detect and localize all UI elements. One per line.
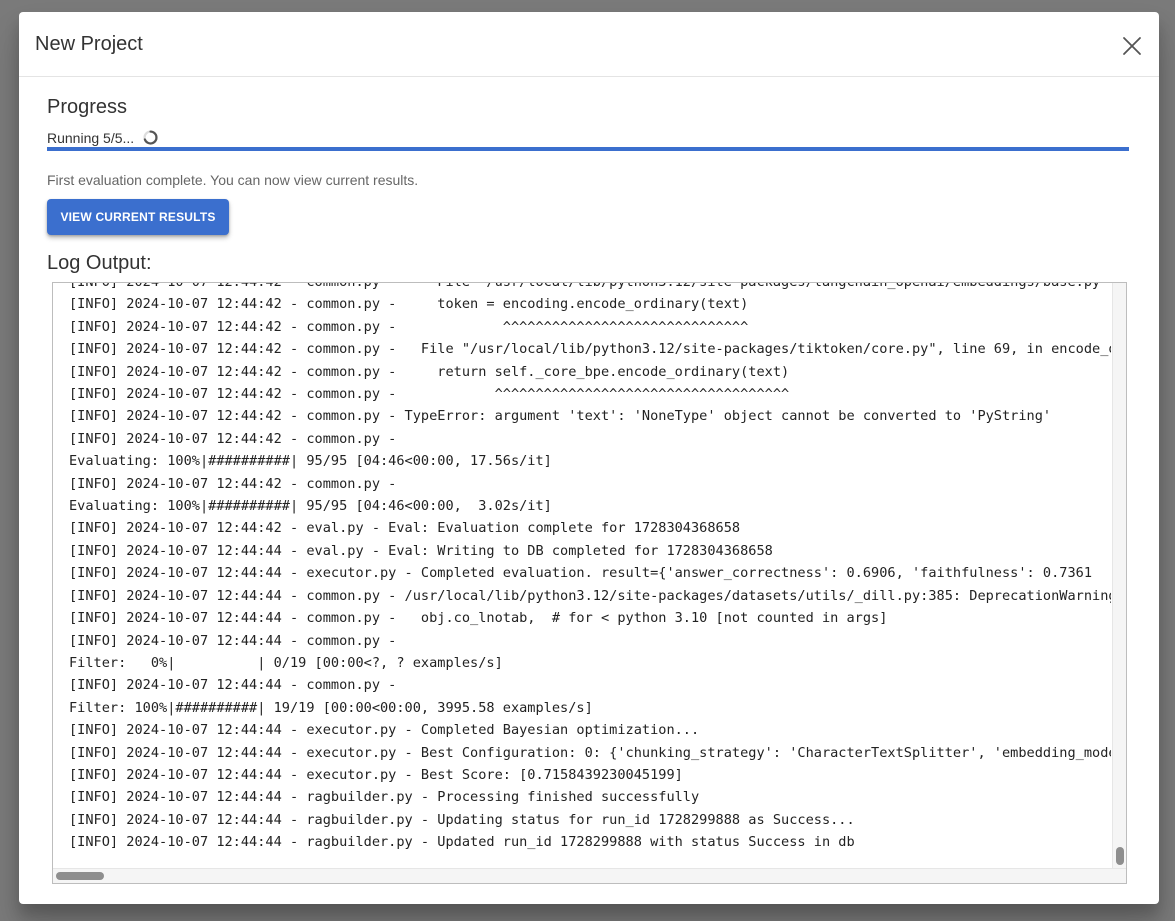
log-line: [INFO] 2024-10-07 12:44:44 - common.py -…: [69, 587, 1111, 604]
log-line: [INFO] 2024-10-07 12:44:42 - common.py -…: [69, 363, 790, 380]
spinner-icon: [142, 129, 159, 146]
running-status-text: Running 5/5...: [47, 129, 135, 146]
log-output-label: Log Output:: [47, 252, 152, 274]
log-line: Filter: 100%|##########| 19/19 [00:00<00…: [69, 699, 593, 716]
log-output-panel[interactable]: [INFO] 2024-10-07 12:44:42 - common.py -…: [52, 282, 1127, 884]
log-line: [INFO] 2024-10-07 12:44:42 - common.py -…: [69, 341, 1111, 358]
vertical-scrollbar[interactable]: [1112, 283, 1126, 868]
log-line: [INFO] 2024-10-07 12:44:42 - common.py -…: [69, 386, 790, 403]
progress-bar-fill: [47, 147, 1129, 151]
horizontal-scrollbar[interactable]: [53, 868, 1126, 883]
log-line: [INFO] 2024-10-07 12:44:42 - common.py -…: [69, 282, 1109, 290]
log-line: [INFO] 2024-10-07 12:44:44 - eval.py - E…: [69, 542, 773, 559]
log-line: [INFO] 2024-10-07 12:44:44 - executor.py…: [69, 722, 700, 739]
vertical-scrollbar-thumb[interactable]: [1116, 847, 1124, 865]
horizontal-scrollbar-thumb[interactable]: [56, 872, 104, 880]
log-line: Filter: 0%| | 0/19 [00:00<?, ? examples/…: [69, 654, 503, 671]
running-status: Running 5/5...: [47, 129, 159, 146]
dialog-title: New Project: [35, 33, 143, 55]
log-line: [INFO] 2024-10-07 12:44:44 - ragbuilder.…: [69, 811, 855, 828]
log-line: [INFO] 2024-10-07 12:44:44 - ragbuilder.…: [69, 834, 855, 851]
log-line: [INFO] 2024-10-07 12:44:42 - common.py -…: [69, 408, 1052, 425]
log-line: [INFO] 2024-10-07 12:44:44 - executor.py…: [69, 565, 1093, 582]
log-line: [INFO] 2024-10-07 12:44:44 - common.py -: [69, 677, 397, 694]
log-line: [INFO] 2024-10-07 12:44:44 - ragbuilder.…: [69, 789, 700, 806]
progress-title: Progress: [47, 96, 128, 118]
log-line: [INFO] 2024-10-07 12:44:42 - eval.py - E…: [69, 520, 741, 537]
log-line: [INFO] 2024-10-07 12:44:42 - common.py -…: [69, 318, 749, 335]
close-icon: [1123, 37, 1141, 55]
log-line: [INFO] 2024-10-07 12:44:42 - common.py -: [69, 430, 397, 447]
log-line: [INFO] 2024-10-07 12:44:42 - common.py -: [69, 475, 397, 492]
dialog-header: New Project: [19, 12, 1159, 77]
evaluation-info-text: First evaluation complete. You can now v…: [47, 172, 419, 188]
log-line: [INFO] 2024-10-07 12:44:42 - common.py -…: [69, 296, 749, 313]
log-output-content: [INFO] 2024-10-07 12:44:42 - common.py -…: [69, 282, 1111, 867]
log-line: Evaluating: 100%|##########| 95/95 [04:4…: [69, 453, 552, 470]
log-line: [INFO] 2024-10-07 12:44:44 - executor.py…: [69, 766, 683, 783]
view-current-results-button[interactable]: VIEW CURRENT RESULTS: [47, 199, 229, 235]
log-line: Evaluating: 100%|##########| 95/95 [04:4…: [69, 498, 552, 515]
progress-bar: [47, 147, 1129, 151]
log-line: [INFO] 2024-10-07 12:44:44 - executor.py…: [69, 744, 1111, 761]
close-button[interactable]: [1117, 31, 1147, 61]
log-line: [INFO] 2024-10-07 12:44:44 - common.py -: [69, 632, 397, 649]
log-line: [INFO] 2024-10-07 12:44:44 - common.py -…: [69, 610, 888, 627]
new-project-dialog: New Project Progress Running 5/5... Firs…: [19, 12, 1159, 904]
